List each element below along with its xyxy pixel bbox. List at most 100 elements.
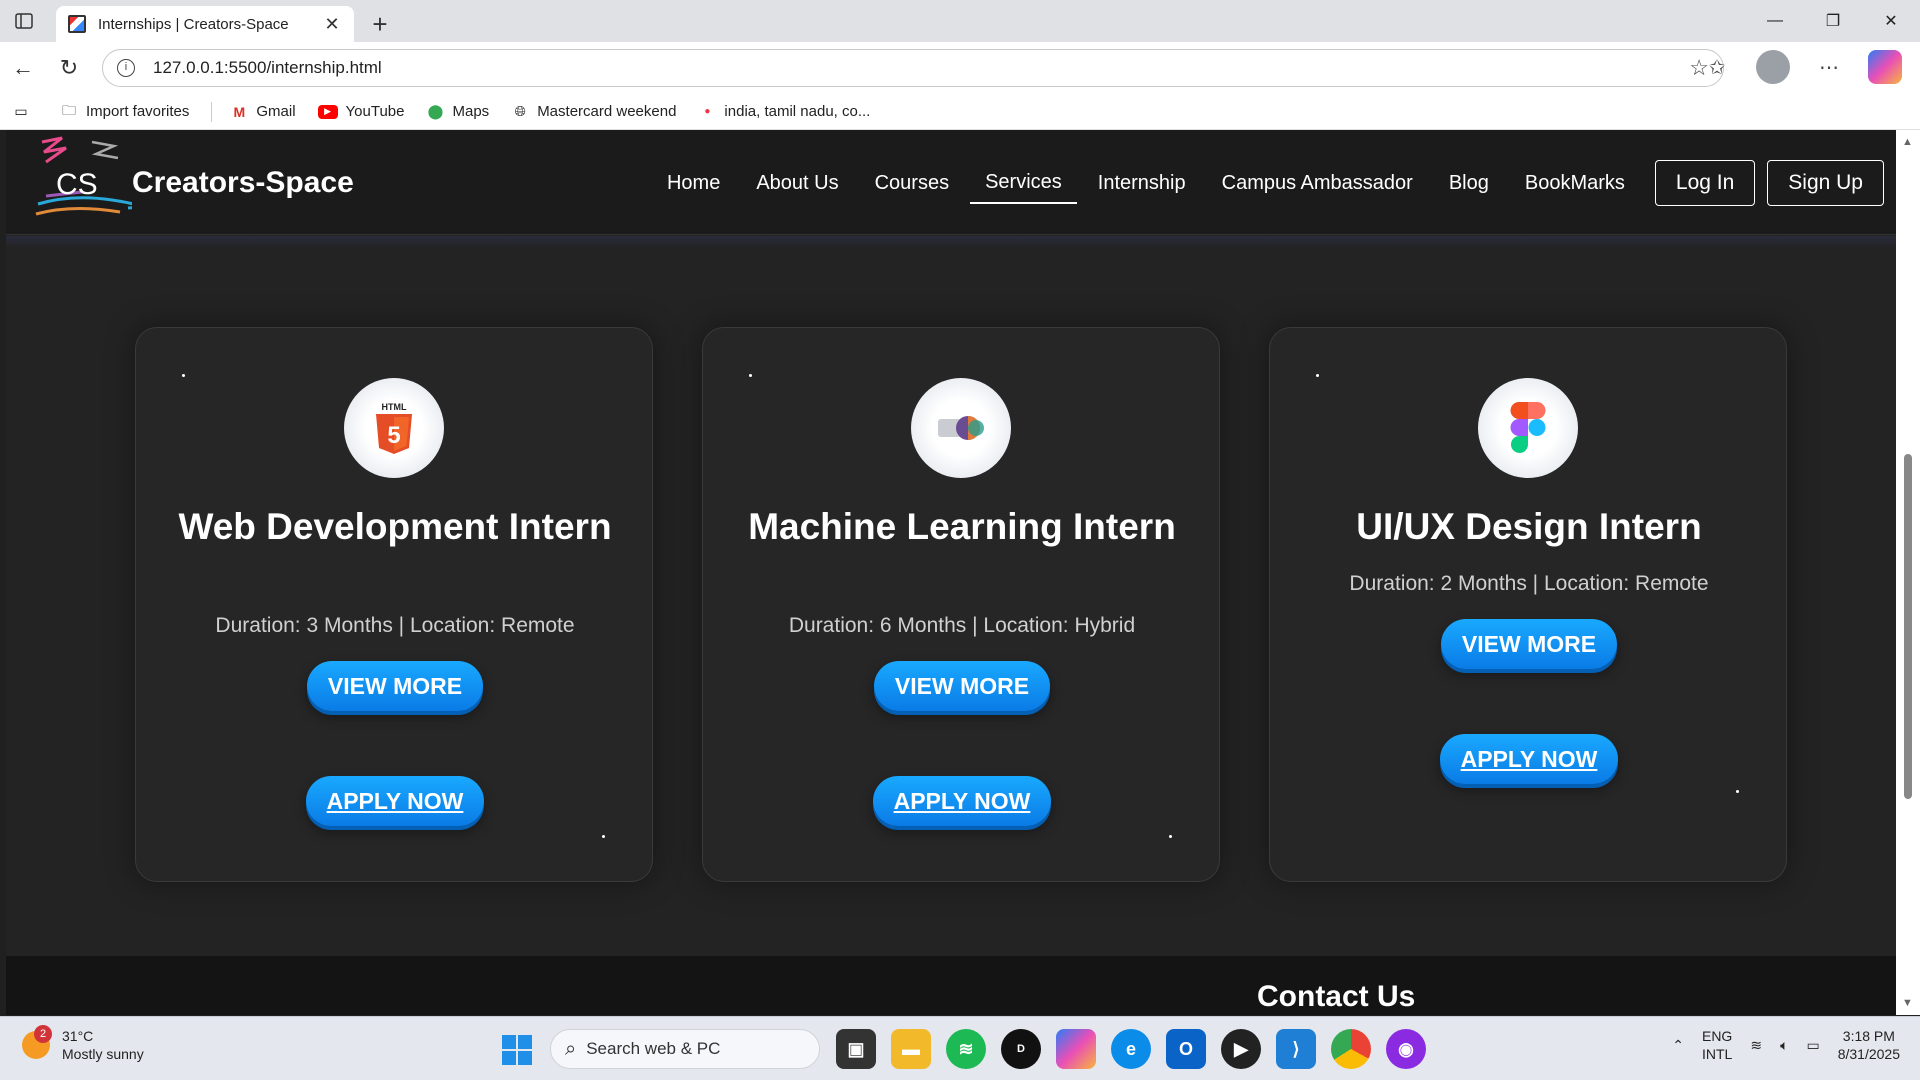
profile-avatar[interactable] [1756,50,1790,84]
clock[interactable]: 3:18 PM 8/31/2025 [1838,1027,1900,1063]
wifi-icon[interactable]: ≋ [1750,1037,1762,1054]
github-desktop-icon[interactable]: ◉ [1386,1029,1426,1069]
view-more-button[interactable]: VIEW MORE [874,661,1050,711]
decor-dot [602,835,605,838]
scroll-down-icon[interactable]: ▼ [1902,997,1913,1009]
card-meta: Duration: 2 Months | Location: Remote [1349,572,1709,595]
copilot-icon[interactable] [1868,50,1902,84]
apply-now-button[interactable]: APPLY NOW [873,776,1051,826]
restore-icon[interactable]: ❐ [1804,0,1862,42]
weather-badge: 2 [34,1025,52,1043]
weather-widget[interactable]: 2 31°C Mostly sunny [22,1025,144,1063]
html-icon-text: HTML [382,402,407,412]
site-info-icon[interactable]: i [117,59,135,77]
new-tab-icon[interactable]: + [360,6,400,42]
nav-blog[interactable]: Blog [1434,164,1504,203]
tray-overflow-icon[interactable]: ⌃ [1672,1037,1684,1054]
favorite-maps[interactable]: ⬤ Maps [427,103,490,121]
view-more-button[interactable]: VIEW MORE [1441,619,1617,669]
url-text: 127.0.0.1:5500/internship.html [153,58,382,77]
scrollbar-thumb[interactable] [1904,454,1912,799]
html5-icon: HTML 5 [344,378,444,478]
close-window-icon[interactable]: ✕ [1862,0,1920,42]
copilot-app-icon[interactable] [1056,1029,1096,1069]
taskbar-apps: ▣ ▬ ≋ D e O ▶ ⟩ ◉ [836,1029,1426,1069]
edge-icon[interactable]: e [1111,1029,1151,1069]
more-options-icon[interactable]: ⋯ [1812,50,1846,84]
favorite-import[interactable]: 🗀 Import favorites [60,102,189,121]
card-title: UI/UX Design Intern [1356,506,1702,547]
spotify-icon[interactable]: ≋ [946,1029,986,1069]
minimize-icon[interactable]: — [1746,0,1804,42]
youtube-icon: ▶ [317,104,338,119]
signup-button[interactable]: Sign Up [1767,160,1884,206]
favorite-india[interactable]: ● india, tamil nadu, co... [698,103,870,121]
favorite-youtube[interactable]: ▶ YouTube [317,103,405,120]
vscode-icon[interactable]: ⟩ [1276,1029,1316,1069]
favorites-icon[interactable]: ✩ [1700,50,1734,84]
main-nav: Home About Us Courses Services Internshi… [649,160,1884,206]
system-tray: ⌃ ENG INTL ≋ 🔈︎ ▭ 3:18 PM 8/31/2025 [1672,1027,1900,1063]
language-indicator[interactable]: ENG INTL [1702,1027,1732,1063]
back-icon[interactable]: ← [0,48,46,88]
nav-internship[interactable]: Internship [1083,164,1201,203]
favorites-divider [211,101,213,122]
nav-campus-ambassador[interactable]: Campus Ambassador [1207,164,1428,203]
brand-name[interactable]: Creators-Space [132,166,354,200]
file-explorer-icon[interactable]: ▬ [891,1029,931,1069]
apply-now-button[interactable]: APPLY NOW [306,776,484,826]
machine-learning-icon [911,378,1011,478]
windows-taskbar: 2 31°C Mostly sunny ⌕ Search web & PC ▣ … [0,1016,1920,1080]
reading-view-icon[interactable]: ▭ [12,103,38,121]
page-scrollbar[interactable]: ▲ ▼ [1896,130,1920,1015]
card-meta: Duration: 6 Months | Location: Hybrid [788,614,1136,637]
contact-us-heading: Contact Us [1257,980,1416,1013]
internship-card-web-dev: HTML 5 Web Development Intern Duration: … [135,327,653,882]
browser-toolbar-icons: ✩ ⋯ [1700,50,1902,84]
gmail-icon: M [233,103,246,120]
nav-bookmarks[interactable]: BookMarks [1510,164,1640,203]
outlook-icon[interactable]: O [1166,1029,1206,1069]
view-more-button[interactable]: VIEW MORE [307,661,483,711]
site-footer: Contact Us [6,956,1896,1015]
figma-icon [1478,378,1578,478]
scroll-up-icon[interactable]: ▲ [1902,136,1913,148]
site-navbar: CS Creators-Space Home About Us Courses … [6,130,1896,235]
nav-courses[interactable]: Courses [860,164,964,203]
nav-services[interactable]: Services [970,163,1077,204]
internship-card-uiux: UI/UX Design Intern Duration: 2 Months |… [1269,327,1787,882]
active-tab[interactable]: Internships | Creators-Space ✕ [56,6,354,42]
page-viewport: CS Creators-Space Home About Us Courses … [6,130,1896,1015]
search-placeholder: Search web & PC [586,1039,721,1058]
battery-icon[interactable]: ▭ [1806,1037,1819,1054]
reload-icon[interactable]: ↻ [46,48,92,88]
windows-start-icon[interactable] [502,1035,532,1065]
media-player-icon[interactable]: ▶ [1221,1029,1261,1069]
decor-dot [1736,790,1739,793]
favorite-mastercard[interactable]: 🌐︎ Mastercard weekend [511,103,677,121]
favorites-bar: ▭ 🗀 Import favorites M Gmail ▶ YouTube ⬤ Map… [0,94,1920,130]
decor-dot [182,374,185,377]
sidebar-toggle-icon[interactable] [0,0,48,42]
card-title: Machine Learning Intern [748,506,1176,547]
nav-about-us[interactable]: About Us [741,164,853,203]
apply-now-button[interactable]: APPLY NOW [1440,734,1618,784]
volume-icon[interactable]: 🔈︎ [1780,1037,1788,1054]
taskbar-search[interactable]: ⌕ Search web & PC [550,1029,820,1069]
close-tab-icon[interactable]: ✕ [322,14,342,35]
url-field[interactable]: i 127.0.0.1:5500/internship.html ☆ [102,49,1724,87]
favorite-gmail[interactable]: M Gmail [230,103,296,121]
decor-dot [749,374,752,377]
weather-condition: Mostly sunny [62,1046,144,1062]
card-meta: Duration: 3 Months | Location: Remote [215,614,575,637]
task-view-icon[interactable]: ▣ [836,1029,876,1069]
site-logo[interactable]: CS [32,134,132,234]
decor-dot [1316,374,1319,377]
chrome-icon[interactable] [1331,1029,1371,1069]
browser-tab-strip: Internships | Creators-Space ✕ + — ❐ ✕ [0,0,1920,42]
logo-text: CS [56,168,98,201]
dell-icon[interactable]: D [1001,1029,1041,1069]
decor-dot [1169,835,1172,838]
login-button[interactable]: Log In [1654,160,1756,206]
nav-home[interactable]: Home [652,164,735,203]
